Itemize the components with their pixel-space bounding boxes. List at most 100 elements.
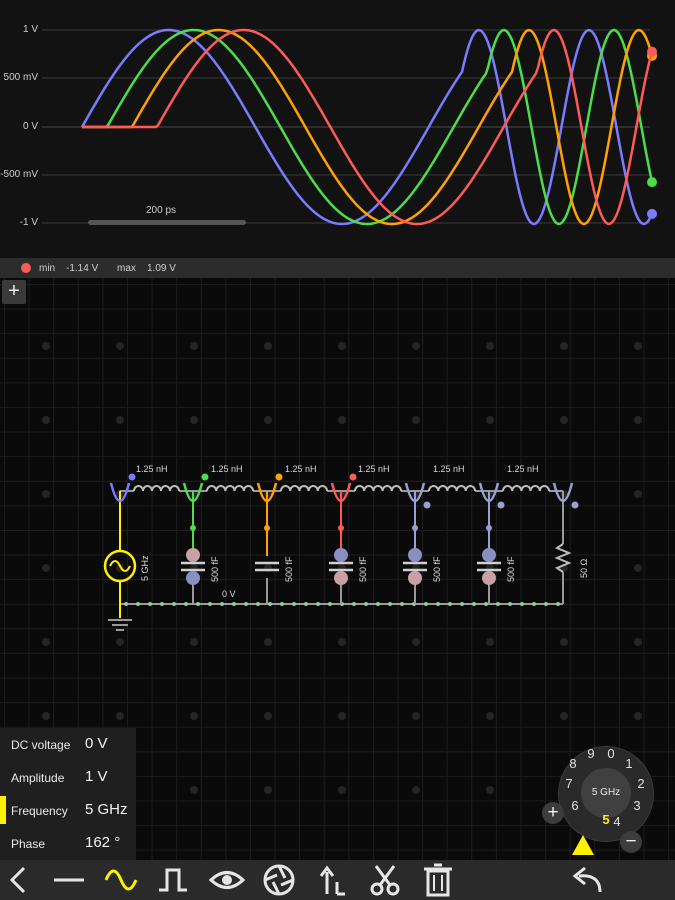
probe-handle[interactable] bbox=[128, 473, 136, 481]
grid-node[interactable] bbox=[42, 342, 50, 350]
dial-digit-6[interactable]: 6 bbox=[568, 798, 582, 813]
grid-node[interactable] bbox=[190, 638, 198, 646]
grid-node[interactable] bbox=[634, 490, 642, 498]
trace-indicator-dot[interactable] bbox=[21, 263, 31, 273]
property-phase[interactable]: Phase 162 ° bbox=[0, 827, 136, 859]
grid-node[interactable] bbox=[412, 712, 420, 720]
dial-digit-8[interactable]: 8 bbox=[566, 756, 580, 771]
grid-node[interactable] bbox=[634, 416, 642, 424]
grid-node[interactable] bbox=[42, 490, 50, 498]
grid-node[interactable] bbox=[264, 416, 272, 424]
property-value[interactable]: 5 GHz bbox=[85, 801, 128, 818]
y-axis-label: 1 V bbox=[22, 24, 38, 35]
grid-node[interactable] bbox=[338, 786, 346, 794]
grid-node[interactable] bbox=[42, 416, 50, 424]
grid-node[interactable] bbox=[486, 712, 494, 720]
grid-node[interactable] bbox=[338, 638, 346, 646]
probe-handle[interactable] bbox=[349, 473, 357, 481]
grid-node[interactable] bbox=[190, 342, 198, 350]
grid-node[interactable] bbox=[338, 416, 346, 424]
grid-node[interactable] bbox=[264, 638, 272, 646]
property-frequency[interactable]: Frequency 5 GHz bbox=[0, 794, 136, 826]
grid-node[interactable] bbox=[486, 786, 494, 794]
grid-node[interactable] bbox=[116, 712, 124, 720]
inductor[interactable] bbox=[428, 485, 476, 492]
dial-digit-1[interactable]: 1 bbox=[622, 756, 636, 771]
inductor[interactable] bbox=[206, 485, 254, 492]
grid-node[interactable] bbox=[42, 564, 50, 572]
inductor[interactable] bbox=[502, 485, 550, 492]
grid-node[interactable] bbox=[190, 416, 198, 424]
probe-handle[interactable] bbox=[497, 501, 505, 509]
grid-node[interactable] bbox=[560, 638, 568, 646]
inductor[interactable] bbox=[133, 485, 180, 492]
trash-icon bbox=[424, 863, 452, 897]
current-dot bbox=[280, 602, 284, 606]
grid-node[interactable] bbox=[560, 342, 568, 350]
grid-node[interactable] bbox=[412, 342, 420, 350]
grid-node[interactable] bbox=[412, 786, 420, 794]
probe-handle[interactable] bbox=[423, 501, 431, 509]
delete-tool-button[interactable] bbox=[419, 862, 457, 898]
grid-node[interactable] bbox=[42, 712, 50, 720]
grid-node[interactable] bbox=[264, 712, 272, 720]
undo-button[interactable] bbox=[567, 862, 605, 898]
grid-node[interactable] bbox=[412, 638, 420, 646]
grid-node[interactable] bbox=[190, 786, 198, 794]
sine-source-tool-button[interactable] bbox=[102, 862, 140, 898]
dial-digit-3[interactable]: 3 bbox=[630, 798, 644, 813]
dial-digit-4[interactable]: 4 bbox=[610, 814, 624, 829]
grid-node[interactable] bbox=[338, 712, 346, 720]
property-name: Phase bbox=[11, 837, 46, 851]
back-button[interactable] bbox=[0, 862, 38, 898]
grid-node[interactable] bbox=[412, 416, 420, 424]
current-dot bbox=[388, 602, 392, 606]
grid-node[interactable] bbox=[190, 712, 198, 720]
grid-node[interactable] bbox=[560, 712, 568, 720]
grid-node[interactable] bbox=[264, 786, 272, 794]
time-scale-bar[interactable] bbox=[88, 220, 246, 225]
pulse-source-tool-button[interactable] bbox=[155, 862, 193, 898]
current-dot bbox=[544, 602, 548, 606]
grid-node[interactable] bbox=[42, 638, 50, 646]
probe-handle[interactable] bbox=[571, 501, 579, 509]
dial-digit-7[interactable]: 7 bbox=[562, 776, 576, 791]
move-up-tool-button[interactable] bbox=[313, 862, 351, 898]
component-tool-button[interactable] bbox=[260, 862, 298, 898]
grid-node[interactable] bbox=[634, 564, 642, 572]
dial-digit-2[interactable]: 2 bbox=[634, 776, 648, 791]
grid-node[interactable] bbox=[634, 712, 642, 720]
grid-node[interactable] bbox=[486, 416, 494, 424]
grid-node[interactable] bbox=[486, 638, 494, 646]
grid-node[interactable] bbox=[560, 416, 568, 424]
current-dot bbox=[172, 602, 176, 606]
grid-node[interactable] bbox=[116, 342, 124, 350]
probe-handle[interactable] bbox=[275, 473, 283, 481]
grid-node[interactable] bbox=[338, 342, 346, 350]
inductor[interactable] bbox=[354, 485, 402, 492]
grid-node[interactable] bbox=[264, 342, 272, 350]
property-value[interactable]: 162 ° bbox=[85, 834, 120, 851]
dial-decrease-button[interactable]: − bbox=[620, 831, 642, 853]
probe-tool-button[interactable] bbox=[208, 862, 246, 898]
properties-panel: DC voltage 0 V Amplitude 1 V Frequency 5… bbox=[0, 728, 136, 860]
dial-digit-9[interactable]: 9 bbox=[584, 746, 598, 761]
grid-node[interactable] bbox=[634, 638, 642, 646]
wire-tool-button[interactable] bbox=[50, 862, 88, 898]
grid-node[interactable] bbox=[634, 342, 642, 350]
grid-node[interactable] bbox=[116, 638, 124, 646]
property-value[interactable]: 0 V bbox=[85, 735, 108, 752]
inductor-label: 1.25 nH bbox=[211, 464, 243, 474]
dial-increase-button[interactable]: + bbox=[542, 802, 564, 824]
property-dc-voltage[interactable]: DC voltage 0 V bbox=[0, 728, 136, 760]
current-dot bbox=[136, 602, 140, 606]
property-value[interactable]: 1 V bbox=[85, 768, 108, 785]
grid-node[interactable] bbox=[486, 342, 494, 350]
probe-handle[interactable] bbox=[201, 473, 209, 481]
grid-node[interactable] bbox=[116, 416, 124, 424]
inductor[interactable] bbox=[280, 485, 328, 492]
dial-digit-0[interactable]: 0 bbox=[604, 746, 618, 761]
time-scale-label: 200 ps bbox=[146, 205, 177, 216]
cut-tool-button[interactable] bbox=[366, 862, 404, 898]
property-amplitude[interactable]: Amplitude 1 V bbox=[0, 761, 136, 793]
